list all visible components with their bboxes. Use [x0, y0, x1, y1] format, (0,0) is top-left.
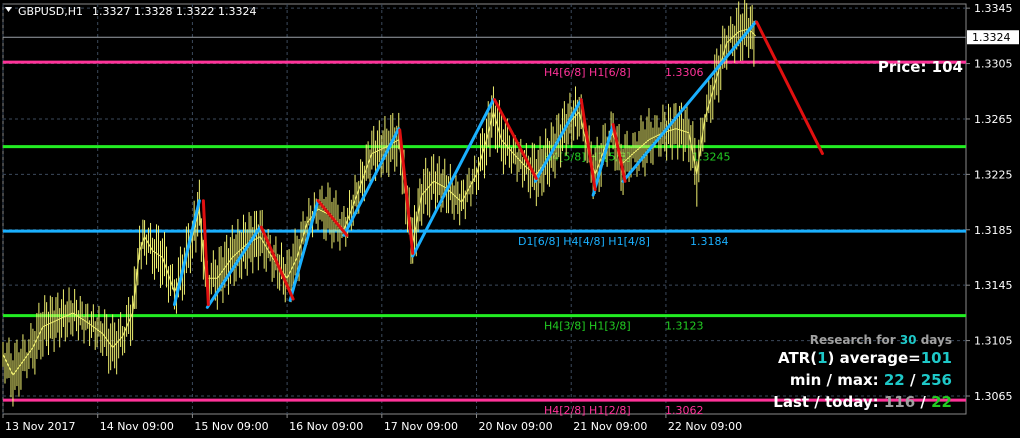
collapse-triangle-icon[interactable] [5, 7, 12, 12]
price-distance-label: Price: 104 [878, 58, 963, 76]
research-label-part: days [917, 333, 952, 347]
y-tick-label: 1.3305 [974, 58, 1013, 71]
research-label: Research for 30 days [810, 333, 952, 347]
minmax-label: min / max: 22 / 256 [790, 371, 952, 389]
chart-canvas[interactable]: H4[6/8] H1[6/8] 1.3306H4[5/8] H1[5/8] 1.32… [0, 0, 1020, 438]
y-tick-label: 1.3345 [974, 2, 1013, 15]
last-today-label-part: 22 [931, 393, 952, 411]
x-tick-label: 21 Nov 09:00 [573, 420, 647, 433]
y-tick-label: 1.3185 [974, 224, 1013, 237]
y-tick-label: 1.3145 [974, 279, 1013, 292]
zigzag-down-segment [579, 98, 597, 192]
current-price-label: 1.3324 [972, 31, 1011, 44]
zigzag-up-segment [172, 199, 201, 307]
atr-label: ATR(1) average=101 [778, 349, 952, 367]
chart-labels: GBPUSD,H1 1.3327 1.3328 1.3322 1.3324 [5, 5, 256, 18]
minmax-label-part: 256 [921, 371, 952, 389]
atr-label-part: 1 [817, 349, 827, 367]
chart-title: GBPUSD,H1 [18, 5, 83, 18]
price-chart[interactable]: H4[6/8] H1[6/8] 1.3306 H4[5/8] H1[5/8] 1.32… [0, 0, 1020, 438]
last-today-label-part: 116 [884, 393, 915, 411]
research-label-part: 30 [900, 333, 917, 347]
minmax-label-part: 22 [884, 371, 905, 389]
zigzag-down-segment [201, 199, 210, 307]
last-today-label-part: / [915, 393, 931, 411]
zigzag-up-segment [533, 98, 583, 183]
y-tick-label: 1.3225 [974, 168, 1013, 181]
last-today-label: Last / today: 116 / 22 [773, 393, 952, 411]
x-tick-label: 15 Nov 09:00 [194, 420, 268, 433]
atr-label-part: ) average= [828, 349, 921, 367]
x-tick-label: 16 Nov 09:00 [289, 420, 363, 433]
x-tick-label: 13 Nov 2017 [5, 420, 75, 433]
price-distance-label-part: Price: 104 [878, 58, 963, 76]
level-name-label: H4[2/8] H1[2/8] [544, 404, 631, 417]
zigzag-down-segment [755, 20, 824, 156]
level-value-label: 1.3184 [690, 235, 729, 248]
y-tick-label: 1.3105 [974, 335, 1013, 348]
minmax-label-part: / [905, 371, 921, 389]
price-line [2, 28, 756, 377]
x-tick-label: 14 Nov 09:00 [100, 420, 174, 433]
y-tick-label: 1.3065 [974, 390, 1013, 403]
level-value-label: 1.3306 [665, 66, 704, 79]
last-today-label-part: Last / today: [773, 393, 884, 411]
x-tick-label: 22 Nov 09:00 [668, 420, 742, 433]
level-value-label: 1.3062 [665, 404, 704, 417]
ohlc-readout: 1.3327 1.3328 1.3322 1.3324 [92, 5, 256, 18]
x-tick-label: 17 Nov 09:00 [384, 420, 458, 433]
y-tick-label: 1.3265 [974, 113, 1013, 126]
atr-label-part: 101 [921, 349, 952, 367]
research-label-part: Research for [810, 333, 900, 347]
level-value-label: 1.3123 [665, 320, 704, 333]
axes: 1.3345 1.3305 1.3265 1.3225 1.3185 1.3145 1.31… [2, 2, 1019, 433]
level-name-label: D1[6/8] H4[4/8] H1[4/8] [518, 235, 650, 248]
level-name-label: H4[3/8] H1[3/8] [544, 320, 631, 333]
level-value-label: 1.3245 [692, 151, 731, 164]
zigzag-down-segment [398, 128, 415, 255]
atr-label-part: ATR( [778, 349, 817, 367]
level-name-label: H4[6/8] H1[6/8] [544, 66, 631, 79]
x-tick-label: 20 Nov 09:00 [479, 420, 553, 433]
minmax-label-part: min / max: [790, 371, 884, 389]
